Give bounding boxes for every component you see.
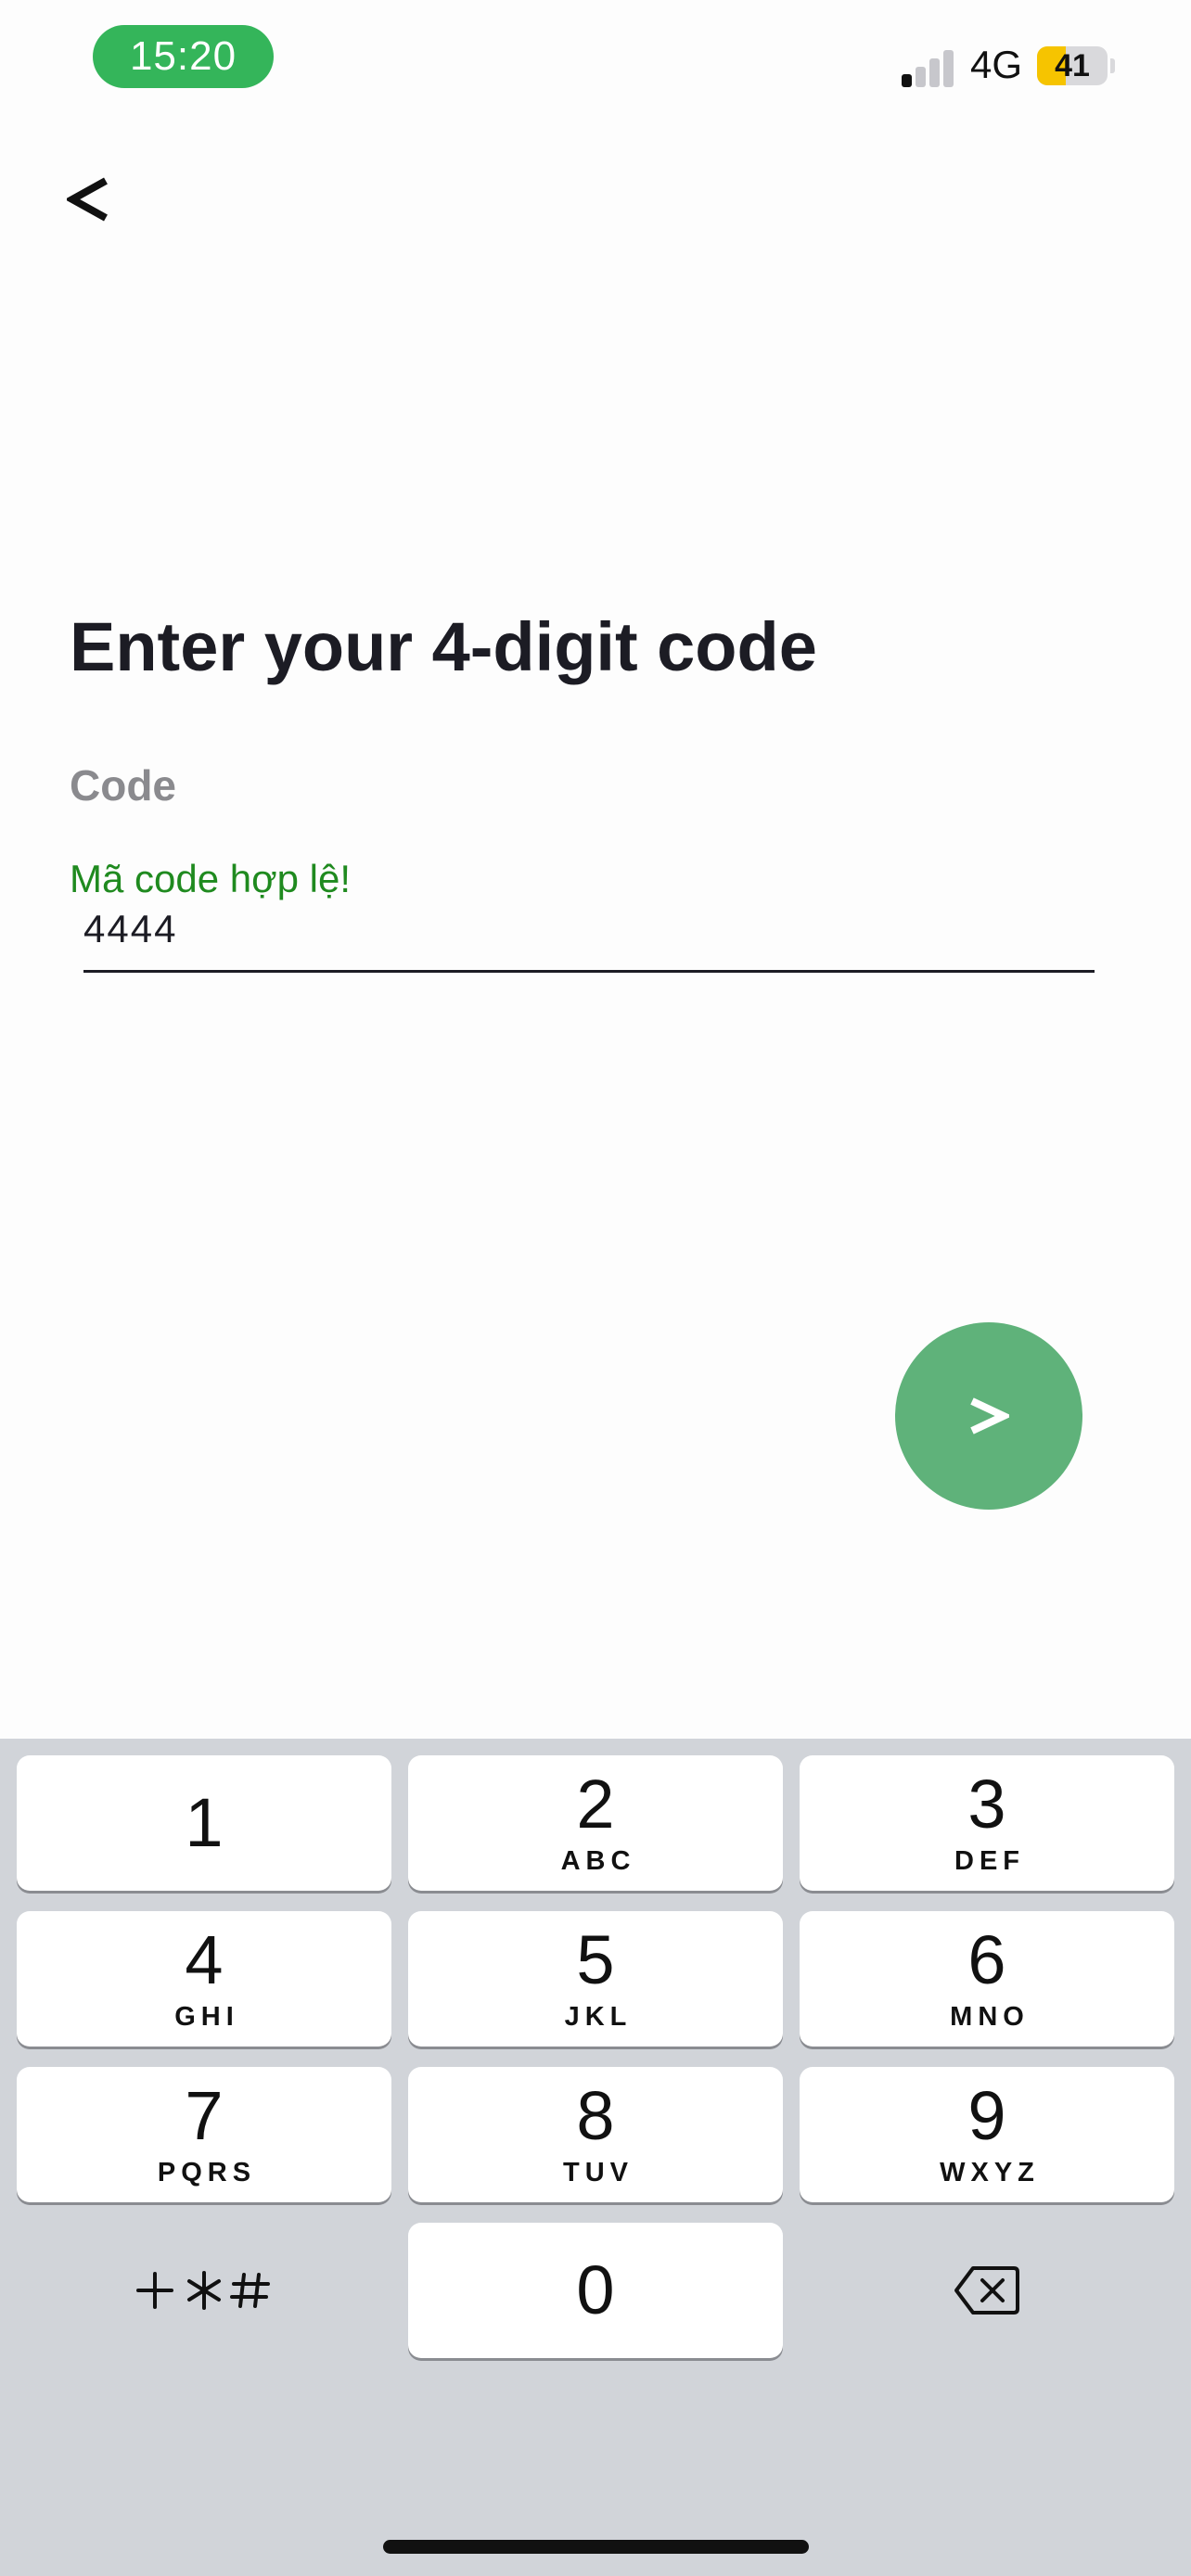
key-6[interactable]: 6 MNO (800, 1911, 1174, 2047)
key-letters: JKL (564, 2001, 633, 2032)
chevron-right-icon (970, 1397, 1009, 1435)
plus-star-hash-icon (136, 2271, 270, 2310)
key-letters: MNO (950, 2001, 1030, 2032)
status-time: 15:20 (93, 25, 274, 88)
key-letters: ABC (560, 1845, 636, 1876)
key-9[interactable]: 9 WXYZ (800, 2067, 1174, 2202)
key-digit: 1 (185, 1784, 224, 1861)
back-button[interactable] (67, 158, 141, 241)
battery-icon: 41 (1037, 46, 1108, 85)
home-indicator[interactable] (383, 2540, 809, 2554)
backspace-icon (954, 2266, 1019, 2315)
key-letters: PQRS (157, 2157, 257, 2187)
key-digit: 3 (967, 1765, 1006, 1843)
key-letters: WXYZ (940, 2157, 1040, 2187)
key-letters: DEF (954, 1845, 1025, 1876)
symbols-key[interactable] (17, 2223, 391, 2358)
numeric-keyboard: 1 2 ABC 3 DEF 4 GHI 5 JKL 6 MNO 7 PQRS 8… (0, 1739, 1191, 2576)
network-type: 4G (970, 43, 1023, 86)
delete-key[interactable] (800, 2223, 1174, 2358)
battery-cap (1110, 58, 1115, 73)
key-digit: 6 (967, 1920, 1006, 1998)
page-title: Enter your 4-digit code (70, 608, 817, 685)
key-letters: TUV (563, 2157, 634, 2187)
next-button[interactable] (895, 1322, 1082, 1510)
key-2[interactable]: 2 ABC (408, 1755, 783, 1891)
key-1[interactable]: 1 (17, 1755, 391, 1891)
key-digit: 0 (576, 2251, 615, 2328)
key-digit: 2 (576, 1765, 615, 1843)
key-digit: 4 (185, 1920, 224, 1998)
key-5[interactable]: 5 JKL (408, 1911, 783, 2047)
key-3[interactable]: 3 DEF (800, 1755, 1174, 1891)
signal-strength-icon (902, 50, 955, 87)
code-input[interactable] (83, 888, 1095, 973)
key-7[interactable]: 7 PQRS (17, 2067, 391, 2202)
key-4[interactable]: 4 GHI (17, 1911, 391, 2047)
key-digit: 8 (576, 2076, 615, 2154)
key-digit: 7 (185, 2076, 224, 2154)
key-letters: GHI (174, 2001, 239, 2032)
key-0[interactable]: 0 (408, 2223, 783, 2358)
key-digit: 9 (967, 2076, 1006, 2154)
battery-level: 41 (1055, 47, 1090, 83)
code-label: Code (70, 761, 176, 810)
key-8[interactable]: 8 TUV (408, 2067, 783, 2202)
key-digit: 5 (576, 1920, 615, 1998)
chevron-left-icon (67, 177, 108, 222)
